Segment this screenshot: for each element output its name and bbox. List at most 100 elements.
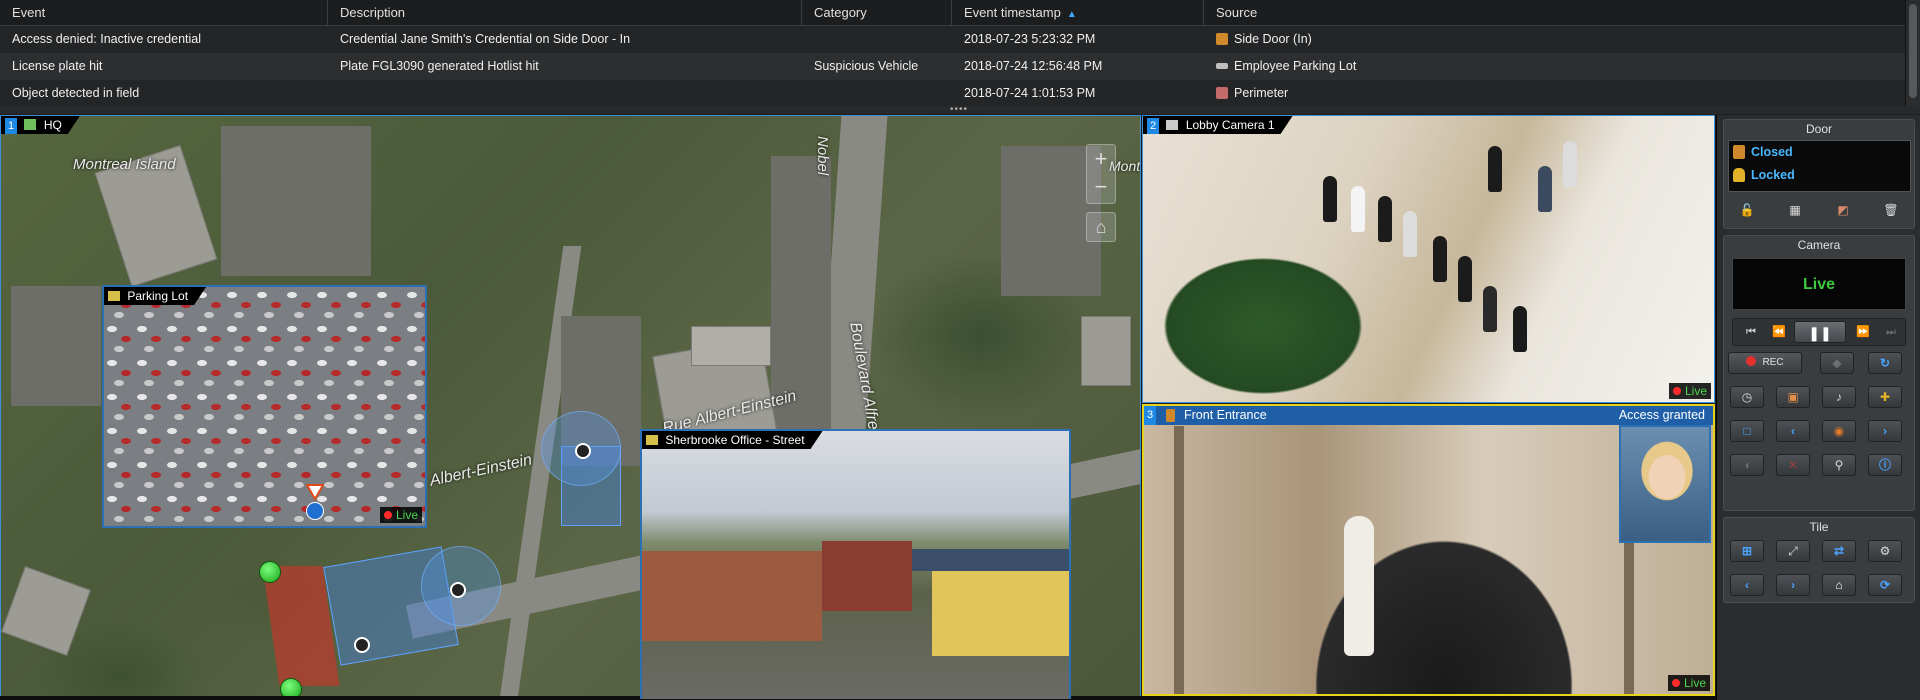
snapshot-button[interactable]: ▣ — [1776, 386, 1810, 408]
access-status: Access granted — [1618, 408, 1705, 422]
camera-icon[interactable] — [450, 582, 466, 598]
zone-icon — [1216, 87, 1228, 99]
unlock-button[interactable]: 🔓 — [1730, 200, 1764, 222]
description-cell — [328, 80, 802, 107]
cardholder-photo[interactable] — [1619, 425, 1711, 543]
eraser-button[interactable]: ◩ — [1826, 200, 1860, 222]
tile-widget: Tile ⊞ ⤢ ⇄ ⚙ ‹ › ⌂ ⟳ — [1723, 517, 1915, 603]
parking-area — [11, 286, 101, 406]
maximize-button[interactable]: ⤢ — [1776, 540, 1810, 562]
category-cell — [802, 26, 952, 53]
event-banner: 3 Front Entrance Access granted — [1144, 406, 1713, 425]
table-row[interactable]: License plate hit Plate FGL3090 generate… — [0, 53, 1905, 80]
parking-area — [221, 126, 371, 276]
event-list-scrollbar[interactable] — [1905, 0, 1920, 106]
building — [642, 551, 822, 641]
person — [1458, 256, 1472, 302]
camera-state: Live — [1732, 258, 1906, 310]
camera-icon — [108, 291, 120, 301]
refresh-button[interactable]: ⟳ — [1868, 574, 1902, 596]
camera-icon — [1166, 120, 1178, 130]
zoom-out-button[interactable]: − — [1087, 173, 1115, 201]
front-entrance-tile[interactable]: 3 Front Entrance Access granted Live — [1142, 404, 1715, 696]
camera-actions-row-2: ◷ ▣ ♪ ✚ — [1728, 386, 1912, 410]
door-actions: 🔓 ▦ ◩ 🗑 — [1728, 200, 1912, 224]
door-icon — [1216, 33, 1228, 45]
jump-end-button[interactable]: ⏭ — [1875, 321, 1907, 343]
bookmark-button[interactable]: ✚ — [1868, 386, 1902, 408]
record-button[interactable]: REC — [1728, 352, 1802, 374]
info-button[interactable]: ⓘ — [1868, 454, 1902, 476]
tile-number: 2 — [1147, 118, 1159, 134]
pane-splitter[interactable]: •••• — [0, 104, 1920, 115]
lobby-camera-tile[interactable]: 2 Lobby Camera 1 Live — [1142, 115, 1715, 403]
ptz-button[interactable]: ◆ — [1820, 352, 1854, 374]
map-label-island: Montreal Island — [73, 156, 176, 173]
source-cell: Perimeter — [1204, 80, 1604, 107]
digital-zoom-button[interactable]: ◉ — [1822, 420, 1856, 442]
sherbrooke-office-video[interactable]: Sherbrooke Office - Street — [640, 429, 1071, 699]
camera-icon[interactable] — [575, 443, 591, 459]
column-header-timestamp[interactable]: Event timestamp ▲ — [952, 0, 1204, 26]
tile-title: Lobby Camera 1 — [1185, 118, 1275, 132]
scrollbar-thumb[interactable] — [1909, 4, 1917, 98]
map-icon — [24, 119, 36, 130]
close-tile-button[interactable]: ✕ — [1776, 454, 1810, 476]
audio-button[interactable]: ♪ — [1822, 386, 1856, 408]
lpr-camera-icon[interactable] — [306, 502, 324, 520]
column-header-source[interactable]: Source — [1204, 0, 1905, 26]
event-list: Event Description Category Event timesta… — [0, 0, 1920, 110]
event-cell: License plate hit — [12, 59, 103, 73]
table-row[interactable]: Access denied: Inactive credential Crede… — [0, 26, 1905, 53]
previous-button[interactable]: ‹ — [1776, 420, 1810, 442]
back-button[interactable]: ‹ — [1730, 574, 1764, 596]
status-ok-icon[interactable] — [259, 561, 281, 583]
pause-button[interactable]: ❚❚ — [1794, 321, 1846, 343]
description-cell: Credential Jane Smith's Credential on Si… — [340, 32, 631, 46]
home-button[interactable]: ⌂ — [1822, 574, 1856, 596]
alert-icon[interactable] — [305, 483, 325, 502]
event-cell: Object detected in field — [12, 86, 140, 100]
grip-icon: •••• — [950, 104, 969, 115]
column-header-category[interactable]: Category — [802, 0, 952, 26]
tile-actions-row-2: ‹ › ⌂ ⟳ — [1728, 574, 1912, 598]
map-tile[interactable]: 1 HQ Montreal Island Nobel Boulevard Alf… — [0, 115, 1141, 700]
lpr-camera-icon — [1216, 63, 1228, 69]
door-status: Closed Locked — [1728, 140, 1911, 192]
tile-pattern-button[interactable]: ⊞ — [1730, 540, 1764, 562]
tile-actions-row-1: ⊞ ⤢ ⇄ ⚙ — [1728, 540, 1912, 564]
playback-controls: ⏮ ⏪ ❚❚ ⏩ ⏭ — [1732, 318, 1906, 346]
camera-icon — [646, 435, 658, 445]
column-header-description[interactable]: Description — [328, 0, 802, 26]
connect-button[interactable]: ⇄ — [1822, 540, 1856, 562]
door-icon — [1166, 409, 1175, 422]
forward-button[interactable]: › — [1776, 574, 1810, 596]
person — [1323, 176, 1337, 222]
schedule-button[interactable]: ▦ — [1778, 200, 1812, 222]
zoom-box-button[interactable]: □ — [1730, 420, 1764, 442]
live-badge: Live — [1668, 383, 1711, 399]
microphone-button[interactable]: ◖ — [1730, 454, 1764, 476]
parking-lot-video[interactable]: Parking Lot Live — [102, 285, 427, 528]
home-button[interactable]: ⌂ — [1086, 212, 1116, 242]
table-row[interactable]: Object detected in field 2018-07-24 1:01… — [0, 80, 1905, 107]
tile-settings-button[interactable]: ⚙ — [1868, 540, 1902, 562]
loop-button[interactable]: ↻ — [1868, 352, 1902, 374]
search-button[interactable]: ⚲ — [1822, 454, 1856, 476]
camera-icon[interactable] — [354, 637, 370, 653]
tile-title: Sherbrooke Office - Street — [665, 433, 805, 447]
column-header-event[interactable]: Event — [0, 0, 328, 26]
tile-label: 2 Lobby Camera 1 — [1143, 116, 1293, 134]
live-badge: Live — [1667, 675, 1710, 691]
person — [1483, 286, 1497, 332]
door-frame — [1174, 426, 1184, 694]
next-button[interactable]: › — [1868, 420, 1902, 442]
zoom-in-button[interactable]: + — [1087, 145, 1115, 173]
clock-button[interactable]: ◷ — [1730, 386, 1764, 408]
rewind-button[interactable]: ⏪ — [1763, 321, 1795, 343]
tile-label: Parking Lot — [104, 287, 206, 305]
trash-button[interactable]: 🗑 — [1874, 200, 1908, 222]
tile-title: Parking Lot — [127, 289, 189, 303]
building — [691, 326, 771, 366]
tile-title: Front Entrance — [1184, 408, 1267, 422]
